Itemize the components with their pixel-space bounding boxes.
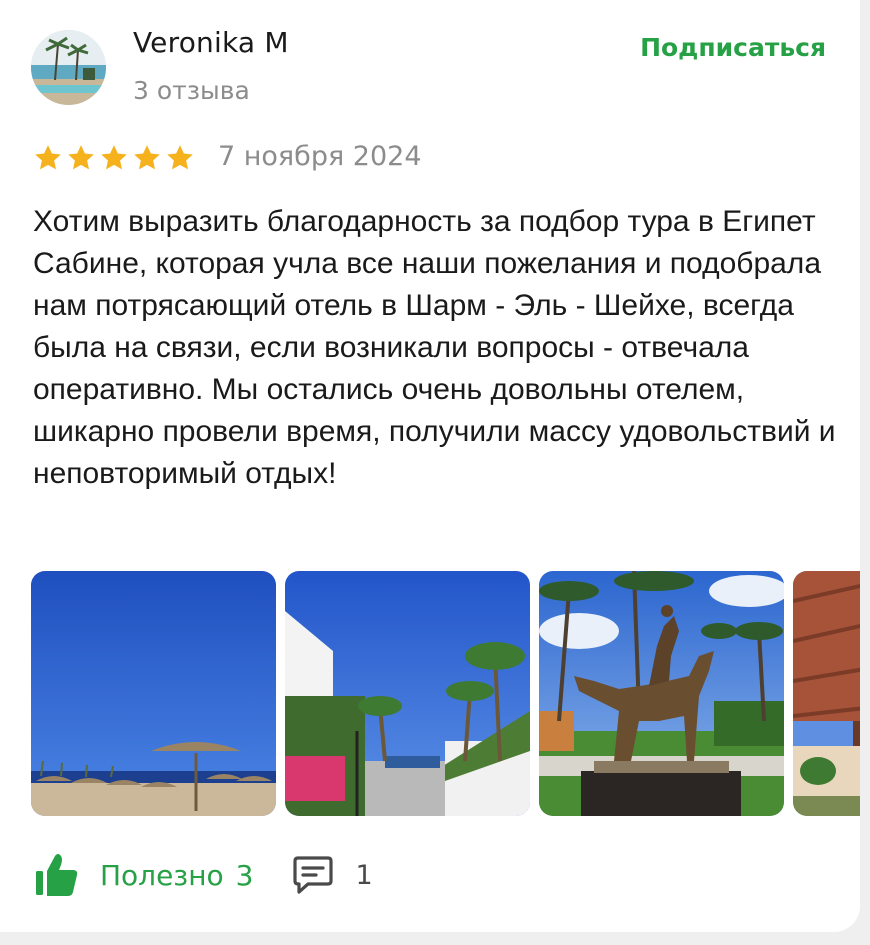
review-photo-pergola[interactable] xyxy=(793,571,860,816)
review-date: 7 ноября 2024 xyxy=(218,141,422,172)
review-card: Veronika M 3 отзыва Подписаться 7 ноября… xyxy=(0,0,860,932)
star-icon xyxy=(134,145,160,170)
review-photo-statue[interactable] xyxy=(539,571,784,816)
author-name[interactable]: Veronika M xyxy=(133,26,289,59)
review-photo-hotel[interactable] xyxy=(285,571,530,816)
comment-icon xyxy=(293,856,334,894)
comments-button[interactable]: 1 xyxy=(293,855,373,895)
photo-gallery[interactable] xyxy=(31,571,860,816)
helpful-button[interactable]: Полезно 3 xyxy=(36,853,253,897)
star-icon xyxy=(101,145,127,170)
rating-stars xyxy=(33,143,195,173)
avatar[interactable] xyxy=(31,30,106,105)
review-photo-beach[interactable] xyxy=(31,571,276,816)
author-reviews-count: 3 отзыва xyxy=(133,76,250,105)
helpful-count: 3 xyxy=(235,858,254,892)
subscribe-button[interactable]: Подписаться xyxy=(640,33,826,62)
star-icon xyxy=(167,145,193,170)
star-icon xyxy=(68,145,94,170)
review-actions: Полезно 3 1 xyxy=(36,850,373,900)
helpful-label: Полезно xyxy=(100,858,224,892)
star-icon xyxy=(35,145,61,170)
thumbs-up-icon xyxy=(36,854,78,896)
review-text: Хотим выразить благодарность за подбор т… xyxy=(33,205,836,490)
comments-count: 1 xyxy=(355,859,373,891)
